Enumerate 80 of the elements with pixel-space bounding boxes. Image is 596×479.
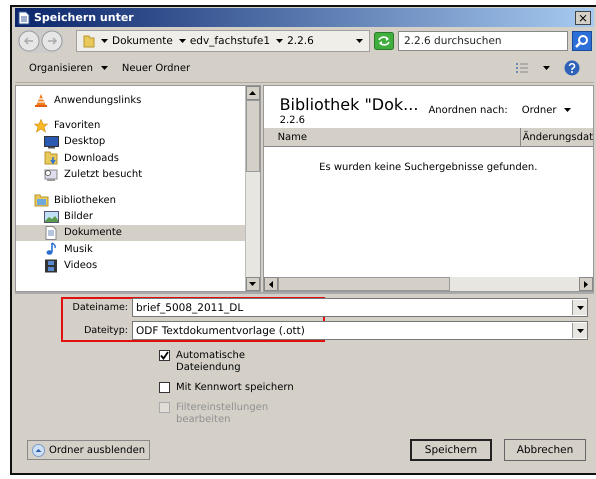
forward-icon [41, 30, 63, 52]
navigation-item[interactable]: Bibliotheken [16, 192, 245, 208]
column-header[interactable]: Name [264, 128, 521, 146]
arrange-dropdown[interactable]: Ordner [516, 104, 578, 116]
file-type-dropdown[interactable]: ODF Textdokumentvorlage (.ott) [132, 321, 588, 340]
caret-icon [100, 66, 108, 70]
star-icon [34, 118, 49, 133]
organize-button[interactable]: Organisieren [25, 60, 112, 76]
caret-icon [543, 66, 550, 70]
monitor-icon [44, 134, 59, 149]
down-arrow-icon [249, 282, 256, 286]
library-subtitle: 2.2.6 [280, 114, 306, 126]
left-arrow-icon [268, 280, 273, 288]
navigation-item[interactable]: Downloads [16, 150, 245, 167]
file-name-field[interactable]: brief_5008_2011_DL [132, 298, 588, 317]
scroll-up-button[interactable] [246, 86, 260, 100]
checkbox-label: Filtereinstellungen bearbeiten [176, 402, 270, 426]
breadcrumb-item[interactable]: 2.2.6 [287, 34, 314, 46]
refresh-icon [374, 32, 394, 50]
search-icon [575, 34, 589, 48]
library-folder-icon [34, 193, 49, 208]
checkbox-label: Mit Kennwort speichern [176, 382, 295, 394]
checkbox-label: Automatische Dateiendung [176, 350, 246, 374]
empty-message: Es wurden keine Suchergebnisse gefunden. [319, 162, 538, 175]
checkbox[interactable] [159, 382, 170, 393]
arrange-label: Anordnen nach: [428, 104, 508, 116]
field-label: Dateityp: [83, 325, 129, 336]
checkmark-icon [160, 351, 169, 360]
folder-icon [83, 34, 95, 48]
cancel-button[interactable]: Abbrechen [504, 439, 586, 461]
navigation-item[interactable]: Bilder [16, 208, 245, 225]
breadcrumb-item[interactable]: edv_fachstufe1 [190, 34, 270, 46]
hide-folders-button[interactable]: Ordner ausblenden [27, 440, 150, 460]
right-arrow-icon [584, 280, 588, 288]
navigation-item[interactable]: Videos [16, 258, 245, 274]
column-header[interactable]: Änderungsdat [520, 128, 593, 146]
dropdown-caret-icon [576, 328, 584, 332]
scroll-left-button[interactable] [264, 277, 278, 291]
help-icon [564, 60, 580, 76]
close-button[interactable]: × [575, 10, 591, 24]
horizontal-scrollbar[interactable] [264, 277, 593, 291]
film-strip-icon [44, 258, 59, 273]
cone-icon [34, 93, 49, 108]
search-field[interactable]: 2.2.6 durchsuchen [398, 30, 568, 50]
recent-places-icon [44, 168, 59, 182]
address-bar[interactable]: Dokumente edv_fachstufe1 2.2.6 [76, 30, 370, 52]
dropdown-caret-icon [356, 38, 363, 42]
navigation-item[interactable]: Anwendungslinks [16, 92, 245, 108]
new-folder-button[interactable]: Neuer Ordner [118, 60, 194, 76]
caret-icon [178, 38, 186, 42]
music-note-icon [44, 242, 59, 256]
checkbox[interactable] [159, 350, 170, 361]
library-title: Bibliothek "Dok... [280, 94, 418, 114]
back-icon [18, 30, 40, 52]
search-button[interactable] [572, 30, 592, 50]
scroll-thumb[interactable] [246, 100, 260, 172]
scroll-thumb[interactable] [278, 277, 450, 291]
up-arrow-icon [249, 91, 256, 95]
list-view-icon [515, 62, 529, 74]
caret-icon [101, 38, 108, 42]
breadcrumb-item[interactable]: Dokumente [112, 34, 173, 46]
caret-icon [276, 38, 284, 42]
navigation-item[interactable]: Musik [16, 241, 245, 258]
collapse-icon [32, 444, 45, 456]
scroll-down-button[interactable] [246, 277, 260, 291]
caret-icon [564, 108, 572, 112]
picture-library-icon [44, 210, 59, 224]
scroll-right-button[interactable] [579, 277, 593, 291]
field-label: Dateiname: [72, 302, 129, 313]
document-icon [44, 226, 59, 240]
save-button[interactable]: Speichern [410, 439, 492, 461]
document-icon [18, 10, 30, 24]
vertical-scrollbar[interactable] [244, 86, 260, 291]
navigation-item[interactable]: Favoriten [16, 117, 245, 134]
navigation-item[interactable]: Zuletzt besucht [16, 166, 245, 183]
navigation-item[interactable]: Desktop [16, 134, 245, 150]
window-title: Speichern unter [34, 11, 135, 24]
navigation-item[interactable]: Dokumente [16, 224, 245, 242]
download-folder-icon [44, 151, 59, 166]
dropdown-caret-icon [576, 306, 584, 310]
